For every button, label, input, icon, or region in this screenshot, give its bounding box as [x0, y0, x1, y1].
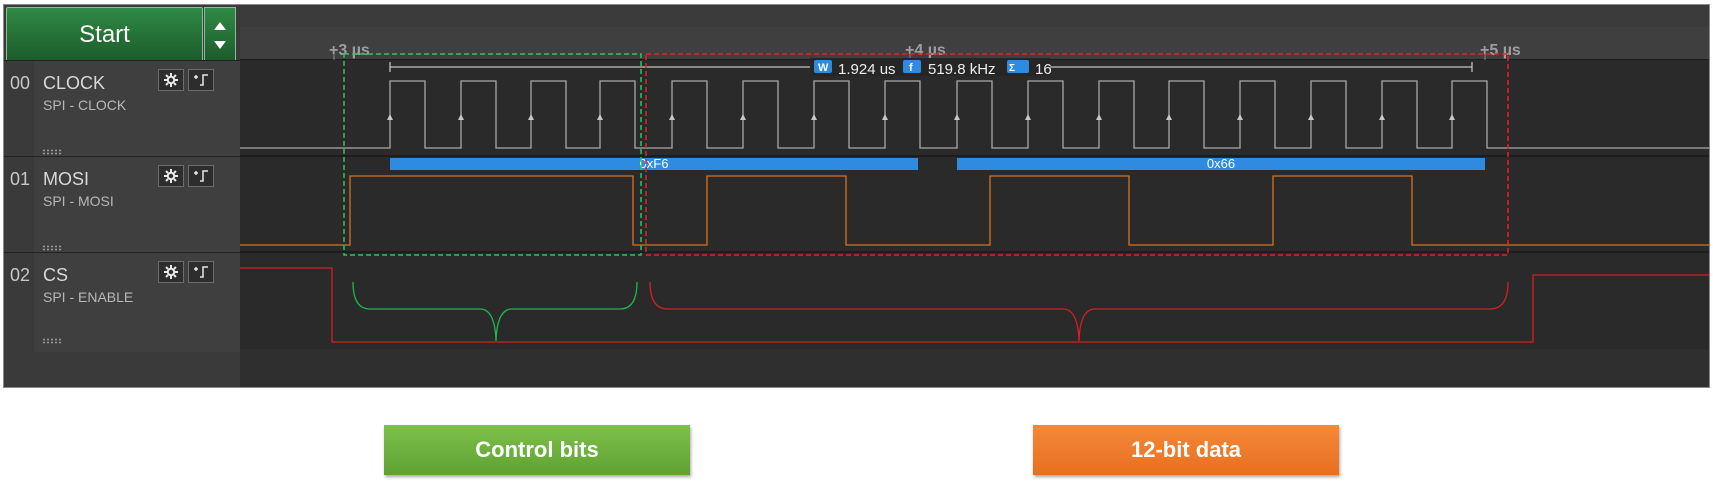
channel-settings-button[interactable] [158, 165, 184, 187]
start-button[interactable]: Start [6, 7, 203, 63]
measurement-width: 1.924 us [838, 61, 896, 78]
channel-settings-button[interactable] [158, 69, 184, 91]
control-bits-label: Control bits [384, 425, 690, 475]
channel-number-box: 01 [4, 157, 35, 259]
channel-number-box: 00 [4, 61, 35, 163]
decoded-byte-label: 0x66 [1207, 156, 1235, 171]
data-bits-label: 12-bit data [1033, 425, 1339, 475]
start-options-spinner[interactable] [204, 7, 236, 63]
channel-row-clock[interactable]: 00 CLOCK SPI - CLOCK [4, 60, 240, 163]
channel-sidebar: Start 00 CLOCK SPI - CLOCK 01 MOSI SPI -… [4, 5, 240, 387]
channel-analyzer-label: SPI - MOSI [43, 193, 114, 209]
drag-handle[interactable] [42, 245, 62, 251]
channel-number: 00 [10, 73, 31, 93]
channel-trigger-button[interactable] [188, 69, 214, 91]
channel-number-box: 02 [4, 253, 35, 352]
drag-handle[interactable] [42, 149, 62, 155]
mosi-lane [240, 156, 1709, 252]
cs-lane [240, 252, 1709, 349]
channel-settings-button[interactable] [158, 261, 184, 283]
time-tick-label: +3 µs [329, 42, 370, 59]
trigger-edge-icon [194, 266, 208, 278]
svg-text:f: f [909, 62, 913, 74]
channel-number: 01 [10, 169, 31, 189]
channel-name[interactable]: MOSI [43, 169, 89, 190]
measurement-frequency: 519.8 kHz [928, 61, 996, 78]
logic-analyzer-window: Start 00 CLOCK SPI - CLOCK 01 MOSI SPI -… [3, 4, 1710, 388]
gear-icon [164, 265, 178, 279]
count-icon: Σ [1007, 60, 1029, 74]
channel-row-mosi[interactable]: 01 MOSI SPI - MOSI [4, 156, 240, 259]
gear-icon [164, 73, 178, 87]
channel-name[interactable]: CS [43, 265, 68, 286]
time-tick-label: +4 µs [905, 42, 946, 59]
svg-text:W: W [818, 62, 829, 74]
chevron-up-icon[interactable] [214, 22, 226, 30]
drag-handle[interactable] [42, 338, 62, 344]
chevron-down-icon[interactable] [214, 41, 226, 49]
waveform-plot[interactable]: +3 µs +4 µs +5 µs W 1.924 us f 519.8 kHz… [240, 5, 1710, 387]
width-icon: W [814, 60, 832, 74]
decoded-byte-label: 0xF6 [640, 156, 669, 171]
plot-footer [240, 349, 1709, 387]
trigger-edge-icon [194, 74, 208, 86]
channel-analyzer-label: SPI - ENABLE [43, 289, 134, 305]
svg-text:Σ: Σ [1009, 63, 1015, 74]
channel-trigger-button[interactable] [188, 165, 214, 187]
measurement-pulse-count: 16 [1035, 61, 1052, 78]
trigger-edge-icon [194, 170, 208, 182]
channel-number: 02 [10, 265, 31, 285]
time-tick-label: +5 µs [1480, 42, 1521, 59]
scroll-bar-track[interactable] [240, 5, 1710, 27]
channel-name[interactable]: CLOCK [43, 73, 105, 94]
frequency-icon: f [903, 60, 921, 74]
channel-trigger-button[interactable] [188, 261, 214, 283]
gear-icon [164, 169, 178, 183]
channel-analyzer-label: SPI - CLOCK [43, 97, 127, 113]
channel-row-cs[interactable]: 02 CS SPI - ENABLE [4, 252, 240, 352]
